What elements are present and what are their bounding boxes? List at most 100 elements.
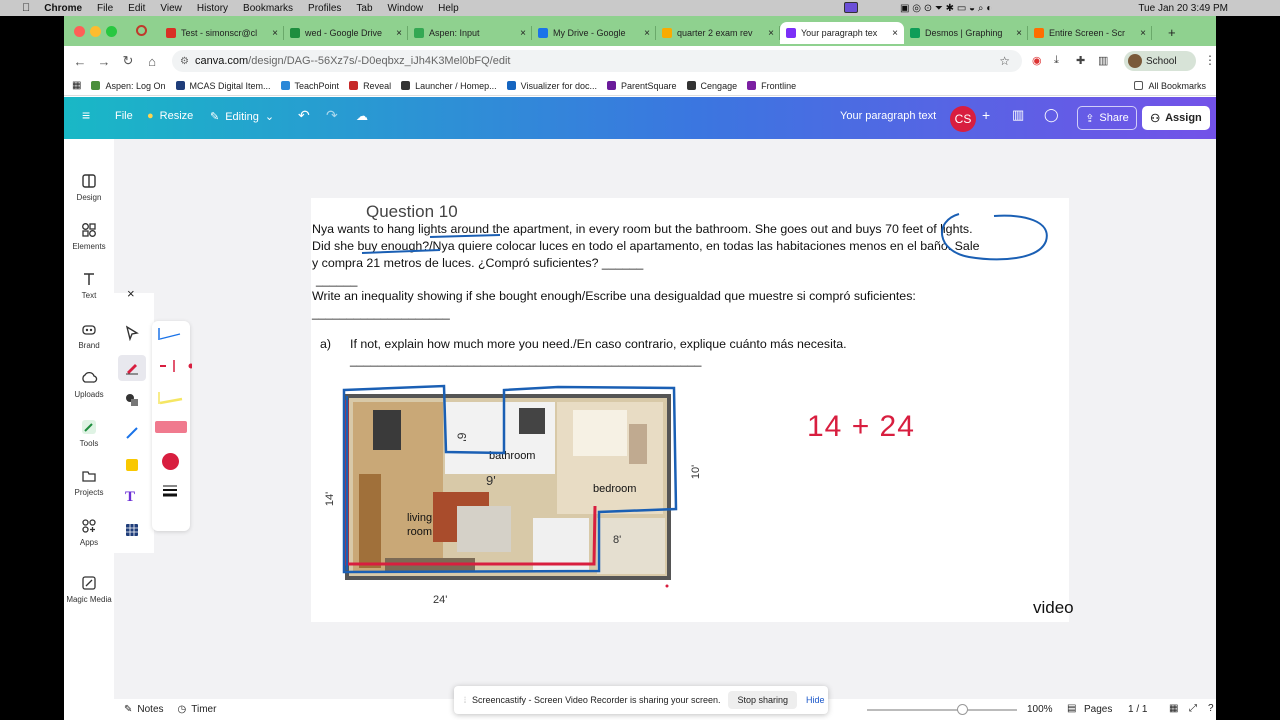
forward-icon[interactable]: →: [92, 54, 116, 69]
color-swatch[interactable]: [162, 453, 179, 470]
browser-tab[interactable]: wed - Google Drive ×: [284, 22, 408, 44]
zoom-slider-handle[interactable]: [957, 704, 968, 715]
extension-icon[interactable]: ◉: [1032, 54, 1042, 67]
close-icon[interactable]: ×: [127, 286, 135, 301]
pen-blue-icon[interactable]: [156, 327, 186, 341]
design-page[interactable]: Question 10 Nya wants to hang lights aro…: [311, 198, 1074, 622]
add-collaborator-icon[interactable]: +: [982, 107, 990, 123]
bookmark-item[interactable]: Visualizer for doc...: [506, 81, 597, 91]
browser-tab[interactable]: My Drive - Google ×: [532, 22, 656, 44]
site-info-icon[interactable]: ⚙: [180, 56, 189, 67]
menu-window[interactable]: Window: [388, 3, 424, 14]
hide-button[interactable]: Hide: [806, 695, 825, 705]
zoom-level[interactable]: 100%: [1027, 704, 1053, 715]
tab-close-icon[interactable]: ×: [396, 28, 402, 39]
pages-icon[interactable]: ▤: [1067, 703, 1076, 714]
resize-button[interactable]: ● Resize: [147, 110, 193, 122]
menu-hamburger-icon[interactable]: ≡: [82, 107, 90, 123]
comment-icon[interactable]: ◯: [1044, 107, 1059, 123]
sticky-note-icon[interactable]: [124, 457, 140, 473]
rail-design[interactable]: Design: [64, 172, 114, 202]
screencast-status-icon[interactable]: [844, 2, 858, 13]
cloud-sync-icon[interactable]: ☁: [356, 109, 368, 123]
all-bookmarks[interactable]: All Bookmarks: [1134, 81, 1206, 91]
fullscreen-icon[interactable]: ⤢: [1189, 703, 1197, 714]
menu-help[interactable]: Help: [438, 3, 459, 14]
maximize-window-icon[interactable]: [106, 26, 117, 37]
menu-app-name[interactable]: Chrome: [44, 3, 82, 14]
rail-apps[interactable]: Apps: [64, 517, 114, 547]
rail-projects[interactable]: Projects: [64, 467, 114, 497]
menu-edit[interactable]: Edit: [128, 3, 145, 14]
minimize-window-icon[interactable]: [90, 26, 101, 37]
side-panel-icon[interactable]: ▥: [1098, 54, 1108, 67]
reload-icon[interactable]: ↻: [116, 53, 140, 69]
highlighter-icon[interactable]: [156, 391, 186, 405]
add-text-icon[interactable]: T: [125, 489, 135, 506]
pages-button[interactable]: Pages: [1084, 704, 1112, 715]
select-arrow-icon[interactable]: [124, 325, 140, 341]
shapes-icon[interactable]: [124, 392, 140, 408]
bookmark-item[interactable]: Reveal: [349, 81, 391, 91]
tab-close-icon[interactable]: ×: [768, 28, 774, 39]
menu-view[interactable]: View: [160, 3, 182, 14]
menu-history[interactable]: History: [197, 3, 228, 14]
browser-tab[interactable]: quarter 2 exam rev ×: [656, 22, 780, 44]
eraser-icon[interactable]: [155, 421, 187, 433]
stroke-weight-icon[interactable]: [162, 484, 178, 498]
rail-magic-media[interactable]: Magic Media: [64, 574, 114, 604]
star-icon[interactable]: ☆: [999, 54, 1010, 68]
menu-profiles[interactable]: Profiles: [308, 3, 341, 14]
bookmark-item[interactable]: MCAS Digital Item...: [175, 81, 271, 91]
pen-red-icon[interactable]: [156, 359, 192, 373]
new-tab-icon[interactable]: +: [1168, 25, 1176, 40]
rail-uploads[interactable]: Uploads: [64, 369, 114, 399]
notes-icon[interactable]: ✎: [124, 704, 132, 715]
menu-clock[interactable]: Tue Jan 20 3:49 PM: [1138, 3, 1228, 14]
tab-close-icon[interactable]: ×: [892, 28, 898, 39]
rail-tools[interactable]: Tools: [64, 418, 114, 448]
tab-close-icon[interactable]: ×: [1140, 28, 1146, 39]
timer-icon[interactable]: ◷: [178, 704, 187, 715]
tab-close-icon[interactable]: ×: [520, 28, 526, 39]
stop-sharing-button[interactable]: Stop sharing: [728, 691, 798, 709]
puzzle-icon[interactable]: ✚: [1076, 54, 1085, 67]
insights-icon[interactable]: ▥: [1012, 107, 1024, 123]
rail-text[interactable]: Text: [64, 270, 114, 300]
browser-tab[interactable]: Entire Screen - Scr ×: [1028, 22, 1152, 44]
bookmark-item[interactable]: Launcher / Homep...: [401, 81, 497, 91]
profile-chip[interactable]: School: [1124, 51, 1196, 71]
drag-handle-icon[interactable]: ⦙: [464, 695, 466, 706]
assign-button[interactable]: ⚇ Assign: [1142, 106, 1210, 130]
zoom-slider[interactable]: [867, 709, 1017, 711]
more-icon[interactable]: ⋮: [1204, 53, 1216, 67]
collaborator-avatar[interactable]: CS: [950, 106, 976, 132]
menu-bookmarks[interactable]: Bookmarks: [243, 3, 293, 14]
menu-tab[interactable]: Tab: [356, 3, 372, 14]
home-icon[interactable]: ⌂: [140, 54, 164, 69]
undo-icon[interactable]: ↶: [298, 107, 310, 124]
editing-mode-button[interactable]: ✎ Editing ⌄: [210, 110, 274, 124]
download-icon[interactable]: ⤓: [1054, 54, 1059, 67]
close-window-icon[interactable]: [74, 26, 85, 37]
doc-title[interactable]: Your paragraph text: [840, 110, 936, 122]
browser-tab[interactable]: Test - simonscr@cl ×: [160, 22, 284, 44]
browser-tab[interactable]: Your paragraph tex ×: [780, 22, 904, 44]
share-button[interactable]: ⇪ Share: [1077, 106, 1137, 130]
browser-tab[interactable]: Desmos | Graphing ×: [904, 22, 1028, 44]
notes-button[interactable]: Notes: [137, 704, 163, 715]
rail-elements[interactable]: Elements: [64, 221, 114, 251]
bookmark-item[interactable]: Aspen: Log On: [91, 81, 166, 91]
back-icon[interactable]: ←: [68, 54, 92, 69]
bookmark-item[interactable]: Frontline: [747, 81, 796, 91]
record-icon[interactable]: [136, 25, 147, 36]
file-menu[interactable]: File: [115, 110, 133, 122]
rail-brand[interactable]: Brand: [64, 320, 114, 350]
bookmark-item[interactable]: ParentSquare: [607, 81, 677, 91]
apps-grid-icon[interactable]: ▦: [72, 80, 81, 91]
bookmark-item[interactable]: TeachPoint: [280, 81, 339, 91]
line-icon[interactable]: [124, 425, 140, 441]
browser-tab[interactable]: Aspen: Input ×: [408, 22, 532, 44]
timer-button[interactable]: Timer: [191, 704, 216, 715]
menu-file[interactable]: File: [97, 3, 113, 14]
